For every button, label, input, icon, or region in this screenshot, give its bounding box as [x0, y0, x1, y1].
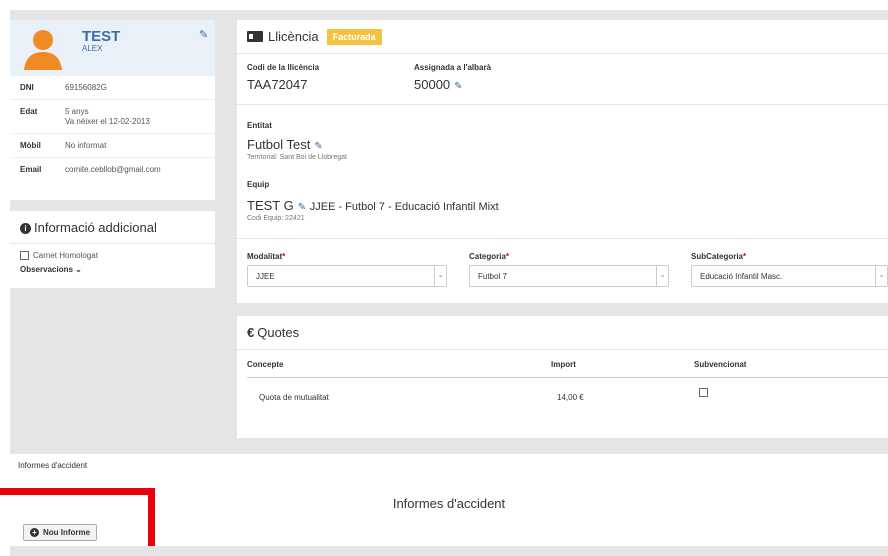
profile-header: TEST ALEX ✎	[10, 20, 215, 76]
age-years: 5 anys	[65, 107, 89, 116]
modalitat-label: Modalitat*	[247, 252, 285, 261]
required-mark: *	[743, 252, 747, 261]
licence-code-label: Codi de la llicència	[247, 63, 320, 72]
licence-code-value: TAA72047	[247, 77, 308, 92]
quotes-title-bar: € Quotes	[237, 316, 888, 350]
profile-name: TEST	[82, 28, 121, 45]
profile-surname: ALEX	[82, 44, 103, 53]
quotes-table-header: Concepte Import Subvencionat	[247, 360, 888, 378]
concept-cell: Quota de mutualitat	[259, 393, 329, 402]
subcategoria-value: Educació Infantil Masc.	[700, 272, 783, 281]
edit-team-icon[interactable]: ✎	[298, 202, 306, 213]
header-subsidized: Subvencionat	[694, 360, 747, 369]
mobile-label: Mòbil	[20, 141, 41, 150]
entity-value: Futbol Test	[247, 137, 311, 152]
additional-info-title: i Informació addicional	[10, 211, 215, 244]
profile-row-dni: DNI 69156082G	[10, 76, 215, 100]
additional-info-card: i Informació addicional Carnet Homologat …	[10, 211, 215, 288]
subcategoria-label: SubCategoria*	[691, 252, 746, 261]
profile-row-age: Edat 5 anys Va néixer el 12-02-2013	[10, 100, 215, 134]
categoria-label-text: Categoria	[469, 252, 506, 261]
euro-icon: €	[247, 325, 255, 340]
entity-territorial: Territorial: Sant Boi de Llobregat	[247, 154, 347, 161]
avatar	[24, 30, 62, 70]
header-concept: Concepte	[247, 360, 284, 369]
age-label: Edat	[20, 107, 38, 116]
dni-value: 69156082G	[65, 83, 107, 92]
age-value: 5 anys Va néixer el 12-02-2013	[65, 107, 150, 127]
categoria-value: Futbol 7	[478, 272, 507, 281]
tab-accident-reports[interactable]: Informes d'accident	[10, 454, 113, 476]
team-row: TEST G ✎ JJEE - Futbol 7 - Educació Infan…	[247, 198, 499, 213]
bottom-bar	[10, 546, 888, 556]
homologated-card-label: Carnet Homologat	[33, 251, 98, 260]
amount-cell: 14,00 €	[557, 393, 584, 402]
required-mark: *	[505, 252, 510, 261]
additional-info-label: Informació addicional	[34, 220, 157, 235]
quotes-title: Quotes	[257, 325, 300, 340]
profile-row-mobile: Mòbil No informat	[10, 134, 215, 158]
chevron-down-icon: ⌄	[434, 266, 446, 286]
subsidized-checkbox[interactable]	[699, 388, 708, 397]
edit-assigned-icon[interactable]: ✎	[454, 81, 462, 92]
table-row: Quota de mutualitat 14,00 €	[247, 382, 888, 412]
id-card-icon	[247, 31, 263, 42]
licence-card: Llicència Facturada Codi de la llicència…	[237, 20, 888, 303]
assigned-label: Assignada a l'albarà	[414, 63, 492, 72]
homologated-card-checkbox[interactable]	[20, 251, 29, 260]
birth-date: Va néixer el 12-02-2013	[65, 117, 150, 126]
mobile-value: No informat	[65, 141, 107, 150]
team-code: Codi Equip: 22421	[247, 215, 305, 222]
chevron-down-icon: ⌄	[875, 266, 887, 286]
profile-info: DNI 69156082G Edat 5 anys Va néixer el 1…	[10, 76, 215, 182]
team-label: Equip	[247, 180, 270, 189]
modalitat-select[interactable]: JJEE ⌄	[247, 265, 447, 287]
divider	[237, 104, 888, 105]
observations-label: Observacions	[20, 265, 73, 274]
modalitat-value: JJEE	[256, 272, 275, 281]
header-amount: Import	[551, 360, 576, 369]
divider	[237, 238, 888, 239]
status-badge: Facturada	[326, 28, 382, 45]
email-value: comite.cebllob@gmail.com	[65, 165, 161, 174]
assigned-value: 50000	[414, 77, 451, 92]
email-label: Email	[20, 165, 42, 174]
quotes-card: € Quotes Concepte Import Subvencionat Qu…	[237, 316, 888, 438]
top-strip	[0, 0, 888, 10]
subcategoria-label-text: SubCategoria	[691, 252, 744, 261]
licence-title-bar: Llicència Facturada	[237, 20, 888, 54]
licence-title: Llicència	[268, 29, 319, 44]
chevron-down-icon: ⌄	[75, 265, 82, 274]
team-prefix: TEST G	[247, 198, 294, 213]
chevron-down-icon: ⌄	[656, 266, 668, 286]
homologated-card-row: Carnet Homologat	[10, 244, 215, 260]
categoria-label: Categoria*	[469, 252, 509, 261]
assigned-row: 50000 ✎	[414, 77, 463, 92]
observations-toggle[interactable]: Observacions ⌄	[10, 260, 215, 279]
dni-label: DNI	[20, 83, 34, 92]
edit-profile-icon[interactable]: ✎	[199, 28, 208, 41]
subcategoria-select[interactable]: Educació Infantil Masc. ⌄	[691, 265, 888, 287]
edit-entity-icon[interactable]: ✎	[314, 141, 322, 152]
categoria-select[interactable]: Futbol 7 ⌄	[469, 265, 669, 287]
profile-row-email: Email comite.cebllob@gmail.com	[10, 158, 215, 182]
entity-row: Futbol Test ✎	[247, 137, 323, 152]
modalitat-label-text: Modalitat	[247, 252, 283, 261]
required-mark: *	[282, 252, 286, 261]
info-icon: i	[20, 223, 31, 234]
team-value: JJEE - Futbol 7 - Educació Infantil Mixt	[309, 201, 499, 213]
entity-label: Entitat	[247, 121, 272, 130]
profile-card: TEST ALEX ✎ DNI 69156082G Edat 5 anys Va…	[10, 20, 215, 200]
